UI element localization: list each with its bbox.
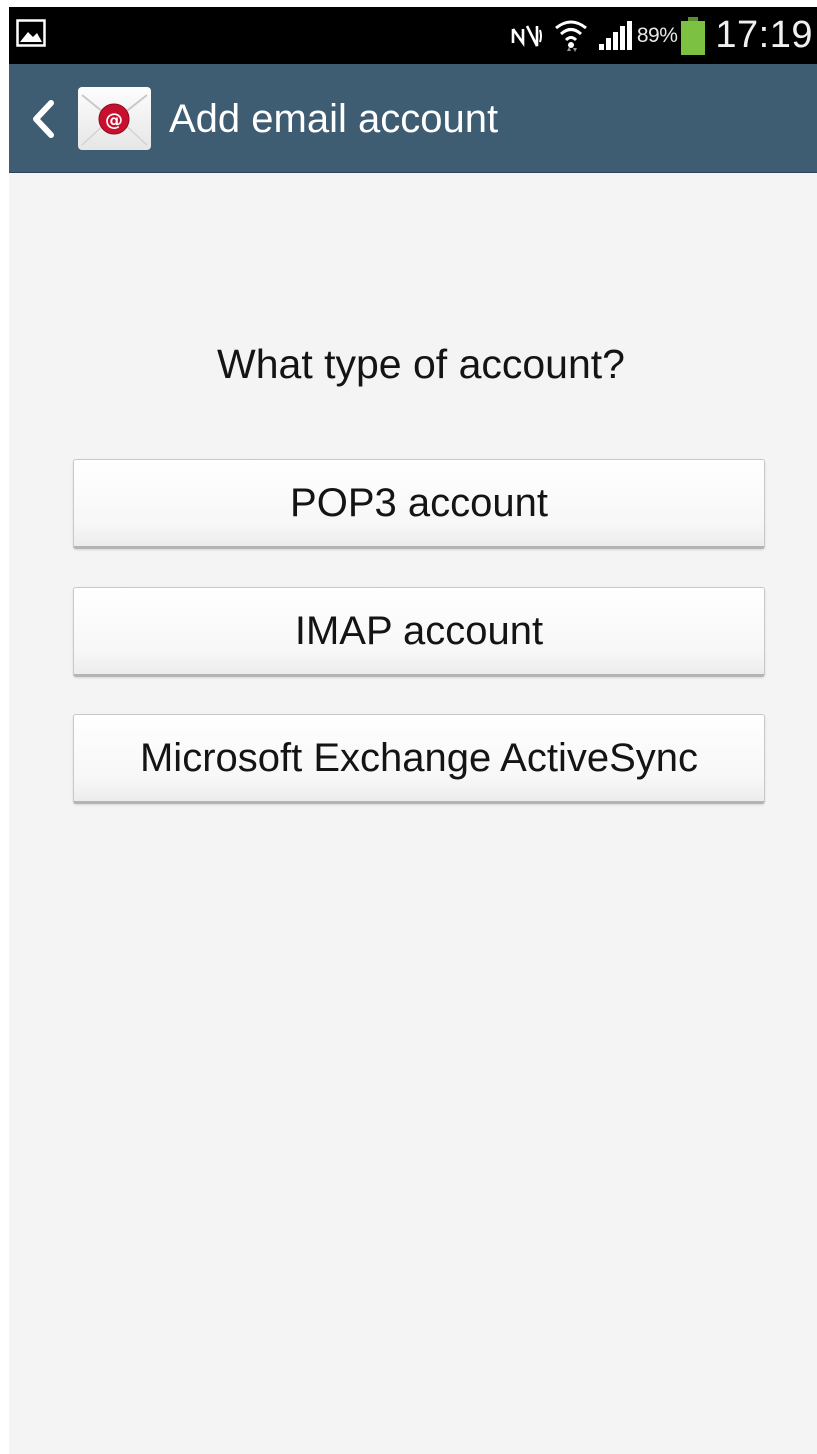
- back-arrow-icon[interactable]: [29, 99, 57, 139]
- pop3-account-button[interactable]: POP3 account: [73, 459, 765, 549]
- account-type-question: What type of account?: [217, 341, 625, 387]
- status-bar: 89% 17:19: [9, 7, 817, 64]
- battery-percentage: 89%: [636, 23, 678, 47]
- clock: 17:19: [715, 14, 813, 56]
- battery-icon: [681, 16, 706, 55]
- svg-text:@: @: [105, 110, 123, 131]
- imap-account-button[interactable]: IMAP account: [73, 587, 765, 677]
- nfc-icon: [511, 24, 542, 47]
- screen-title: Add email account: [169, 97, 499, 141]
- status-icons: 89% 17:19: [509, 7, 813, 64]
- action-bar: @ Add email account: [9, 64, 817, 173]
- phone-screen: 89% 17:19 @ Add email account What type …: [9, 7, 817, 1454]
- email-app-icon: @: [78, 87, 151, 150]
- wifi-icon: [554, 20, 587, 52]
- signal-icon: [598, 20, 632, 50]
- exchange-activesync-button[interactable]: Microsoft Exchange ActiveSync: [73, 714, 765, 804]
- gallery-icon: [16, 19, 46, 47]
